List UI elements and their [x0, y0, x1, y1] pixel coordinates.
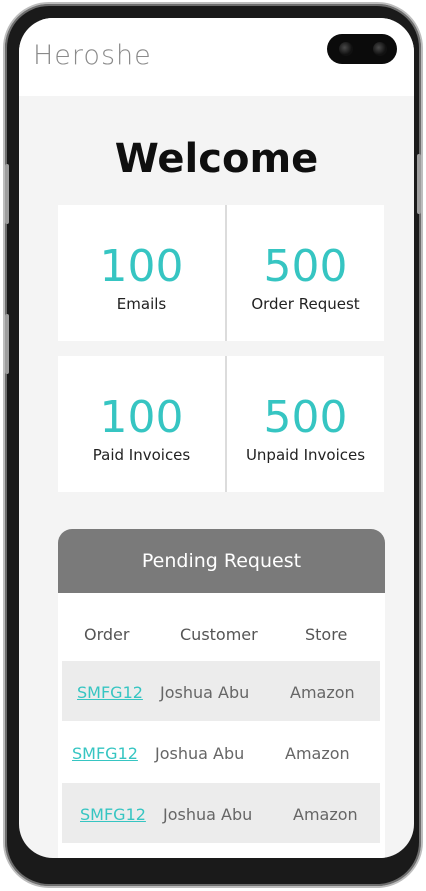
stat-value: 100 — [99, 241, 184, 292]
stat-label: Emails — [116, 295, 167, 313]
column-header-customer: Customer — [180, 625, 258, 644]
stat-label: Paid Invoices — [92, 446, 191, 464]
pending-request-title: Pending Request — [58, 529, 385, 593]
customer-cell: Joshua Abu — [160, 683, 250, 702]
store-cell: Amazon — [293, 805, 358, 824]
order-link[interactable]: SMFG12 — [80, 805, 146, 824]
stat-value: 500 — [263, 392, 348, 443]
app-header: Heroshe — [19, 18, 414, 96]
table-row: SMFG12 Joshua Abu Amazon — [62, 661, 380, 721]
order-link[interactable]: SMFG12 — [77, 683, 143, 702]
table-row: SMFG12 Joshua Abu Amazon — [62, 783, 380, 843]
table-row: SMFG12 Joshua Abu Amazon — [62, 722, 380, 782]
app-logo: Heroshe — [33, 40, 152, 71]
side-button — [5, 314, 9, 374]
store-cell: Amazon — [285, 744, 350, 763]
column-header-order: Order — [84, 625, 130, 644]
customer-cell: Joshua Abu — [155, 744, 245, 763]
screen: Heroshe Welcome 100 Emails 500 Order Req… — [19, 18, 414, 858]
phone-frame: Heroshe Welcome 100 Emails 500 Order Req… — [3, 2, 423, 888]
camera-icon — [373, 42, 387, 56]
stat-card-emails[interactable]: 100 Emails — [58, 205, 225, 341]
volume-button — [5, 164, 9, 224]
column-header-store: Store — [305, 625, 348, 644]
stat-value: 500 — [263, 241, 348, 292]
store-cell: Amazon — [290, 683, 355, 702]
stat-card-paid-invoices[interactable]: 100 Paid Invoices — [58, 356, 225, 492]
stat-label: Unpaid Invoices — [245, 446, 366, 464]
camera-cutout — [327, 34, 397, 64]
power-button — [417, 154, 421, 214]
stat-value: 100 — [99, 392, 184, 443]
page-title: Welcome — [114, 136, 319, 182]
order-link[interactable]: SMFG12 — [72, 744, 138, 763]
stat-label: Order Request — [251, 295, 360, 313]
stat-card-unpaid-invoices[interactable]: 500 Unpaid Invoices — [227, 356, 384, 492]
stat-card-order-request[interactable]: 500 Order Request — [227, 205, 384, 341]
pending-request-panel: Pending Request Order Customer Store SMF… — [58, 529, 385, 858]
camera-icon — [339, 42, 353, 56]
customer-cell: Joshua Abu — [163, 805, 253, 824]
